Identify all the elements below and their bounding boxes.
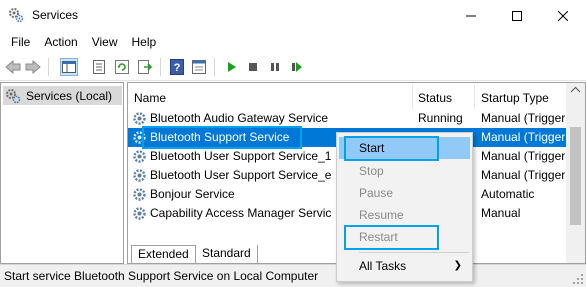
menu-file[interactable]: File: [4, 32, 37, 52]
context-menu-all-tasks-label: All Tasks: [359, 259, 407, 273]
help-icon[interactable]: ?: [168, 58, 186, 76]
toolbar-separator: [160, 58, 161, 76]
column-header-name-label: Name: [134, 91, 167, 105]
service-startup-type: Manual (Trigger: [481, 111, 566, 125]
minimize-button[interactable]: [448, 0, 494, 31]
service-status: Running: [418, 111, 463, 125]
status-text: Start service Bluetooth Support Service …: [4, 269, 319, 283]
stop-service-icon[interactable]: [244, 58, 262, 76]
callout-highlight-start: [344, 136, 439, 161]
toolbar: ?: [0, 53, 586, 81]
resize-grip-icon[interactable]: [572, 273, 584, 285]
menu-view[interactable]: View: [85, 32, 125, 52]
service-gear-icon: [132, 206, 147, 221]
column-separator[interactable]: [474, 85, 475, 109]
tree-item-label: Services (Local): [26, 88, 113, 103]
back-icon[interactable]: [4, 58, 22, 76]
callout-highlight-selected-service: [142, 126, 302, 149]
context-menu-resume[interactable]: Resume: [339, 204, 470, 226]
context-menu: Start Stop Pause Resume Restart All Task…: [336, 132, 473, 282]
submenu-arrow-icon: ❯: [453, 260, 462, 271]
forward-icon[interactable]: [24, 58, 42, 76]
show-hide-tree-icon[interactable]: [60, 58, 78, 76]
toolbar-separator: [214, 58, 215, 76]
scrollbar-thumb[interactable]: [570, 127, 581, 225]
scroll-up-arrow-icon[interactable]: [566, 83, 585, 97]
close-button[interactable]: [540, 0, 586, 31]
column-header-status-label: Status: [418, 91, 453, 105]
tab-standard[interactable]: Standard: [195, 245, 258, 264]
column-separator[interactable]: [412, 85, 413, 109]
context-menu-pause[interactable]: Pause: [339, 182, 470, 204]
service-startup-type: Automatic: [481, 187, 535, 201]
service-gear-icon: [132, 149, 147, 164]
window-title: Services: [32, 8, 79, 22]
service-startup-type: Manual: [481, 206, 521, 220]
services-gear-icon: [5, 88, 21, 104]
services-gear-icon: [8, 7, 24, 23]
column-header-status[interactable]: Status: [418, 83, 478, 109]
pause-service-icon[interactable]: [266, 58, 284, 76]
maximize-button[interactable]: [494, 0, 540, 31]
service-startup-type: Manual (Trigger: [481, 130, 566, 144]
service-startup-type: Manual (Trigger: [481, 168, 566, 182]
properties-icon[interactable]: [90, 58, 108, 76]
title-bar: Services: [0, 0, 586, 31]
tab-extended[interactable]: Extended: [131, 245, 196, 264]
column-header-startup-label: Startup Type: [481, 91, 549, 105]
service-gear-icon: [132, 111, 147, 126]
column-header-name[interactable]: Name: [134, 83, 414, 109]
tree-item-services-local[interactable]: Services (Local): [3, 86, 122, 105]
toolbar-separator: [48, 58, 49, 76]
menu-bar: File Action View Help: [0, 31, 586, 53]
menu-help[interactable]: Help: [125, 32, 164, 52]
service-startup-type: Manual (Trigger: [481, 149, 566, 163]
service-gear-icon: [132, 187, 147, 202]
column-header-startup-type[interactable]: Startup Type: [481, 83, 566, 109]
restart-service-icon[interactable]: [288, 58, 306, 76]
vertical-scrollbar[interactable]: [566, 83, 585, 263]
service-gear-icon: [132, 168, 147, 183]
start-service-icon[interactable]: [222, 58, 240, 76]
context-menu-stop[interactable]: Stop: [339, 160, 470, 182]
status-bar: Start service Bluetooth Support Service …: [0, 264, 586, 287]
callout-highlight-restart: [344, 225, 439, 250]
refresh-icon[interactable]: [113, 58, 131, 76]
svg-text:?: ?: [174, 62, 181, 74]
context-menu-all-tasks[interactable]: All Tasks ❯: [339, 255, 470, 277]
console-icon[interactable]: [190, 58, 208, 76]
export-list-icon[interactable]: [136, 58, 154, 76]
console-tree-pane: Services (Local): [0, 82, 124, 264]
context-menu-separator: [359, 252, 469, 253]
menu-action[interactable]: Action: [37, 32, 84, 52]
